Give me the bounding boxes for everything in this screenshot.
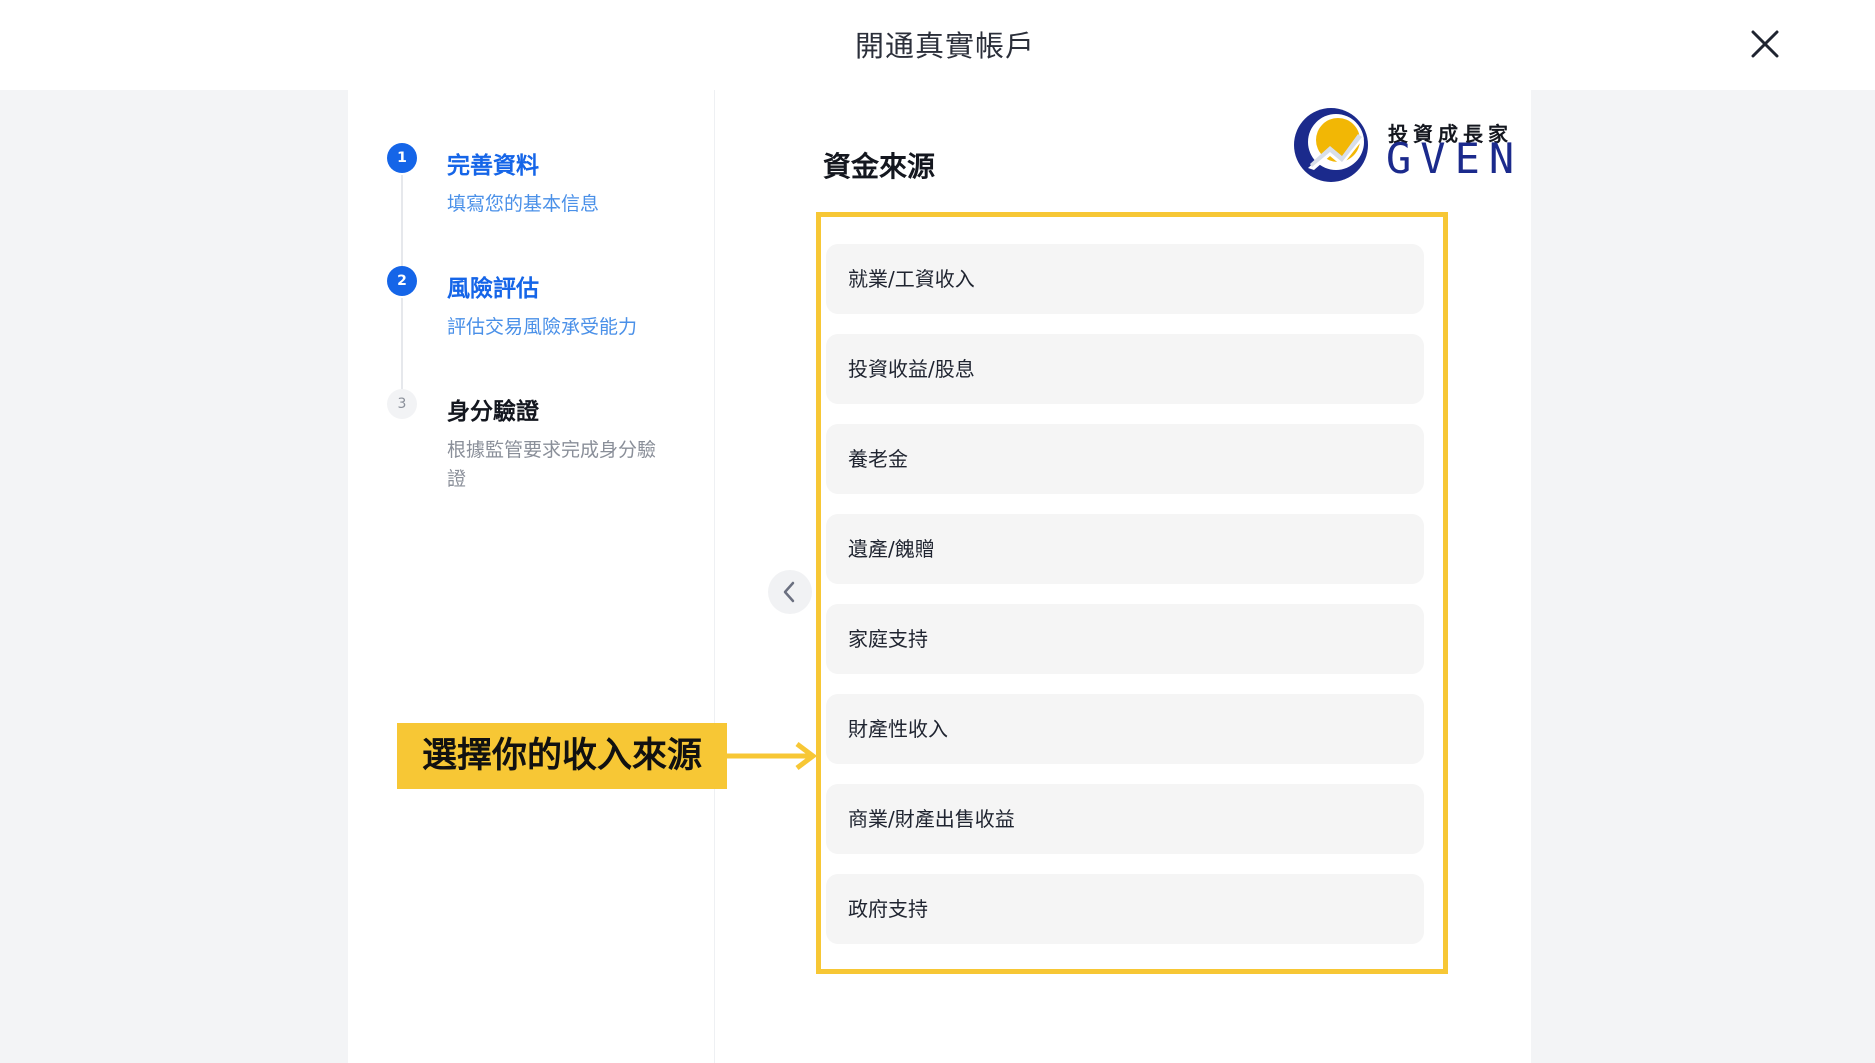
close-icon [1751,30,1779,58]
option-employment[interactable]: 就業/工資收入 [826,244,1424,314]
step-title: 完善資料 [447,153,539,179]
step-connector [401,175,403,267]
back-button[interactable] [768,570,812,614]
option-label: 商業/財產出售收益 [848,807,1015,831]
option-government-support[interactable]: 政府支持 [826,874,1424,944]
step-description: 填寫您的基本信息 [447,193,600,215]
option-label: 遺產/餽贈 [848,537,935,561]
section-title: 資金來源 [823,150,936,183]
step-number-badge: 2 [387,266,417,296]
option-investment[interactable]: 投資收益/股息 [826,334,1424,404]
option-label: 政府支持 [848,897,928,921]
step-description: 根據監管要求完成身分驗證 [447,439,657,490]
callout-label: 選擇你的收入來源 [397,723,727,789]
option-label: 財產性收入 [848,717,948,741]
step-title: 身分驗證 [447,399,539,425]
modal-title: 開通真實帳戶 [854,29,1035,63]
option-label: 養老金 [848,447,908,471]
chevron-left-icon [783,581,795,603]
close-button[interactable] [1748,27,1782,61]
option-inheritance[interactable]: 遺產/餽贈 [826,514,1424,584]
logo-english-text: GVEN [1386,134,1524,183]
callout-text: 選擇你的收入來源 [421,736,702,776]
option-pension[interactable]: 養老金 [826,424,1424,494]
step-number-badge: 1 [387,143,417,173]
step-title: 風險評估 [447,276,539,302]
brand-logo: 投資成長家 GVEN [1290,104,1520,186]
option-family-support[interactable]: 家庭支持 [826,604,1424,674]
option-label: 家庭支持 [848,627,928,651]
step-connector [401,298,403,390]
sidebar-divider [714,90,715,1063]
arrow-right-icon [725,742,818,770]
option-label: 投資收益/股息 [848,357,975,381]
option-property-income[interactable]: 財產性收入 [826,694,1424,764]
option-label: 就業/工資收入 [848,267,975,291]
step-description: 評估交易風險承受能力 [447,316,638,338]
logo-mark-icon [1294,108,1368,182]
step-number-badge: 3 [387,389,417,419]
option-business-sale[interactable]: 商業/財產出售收益 [826,784,1424,854]
